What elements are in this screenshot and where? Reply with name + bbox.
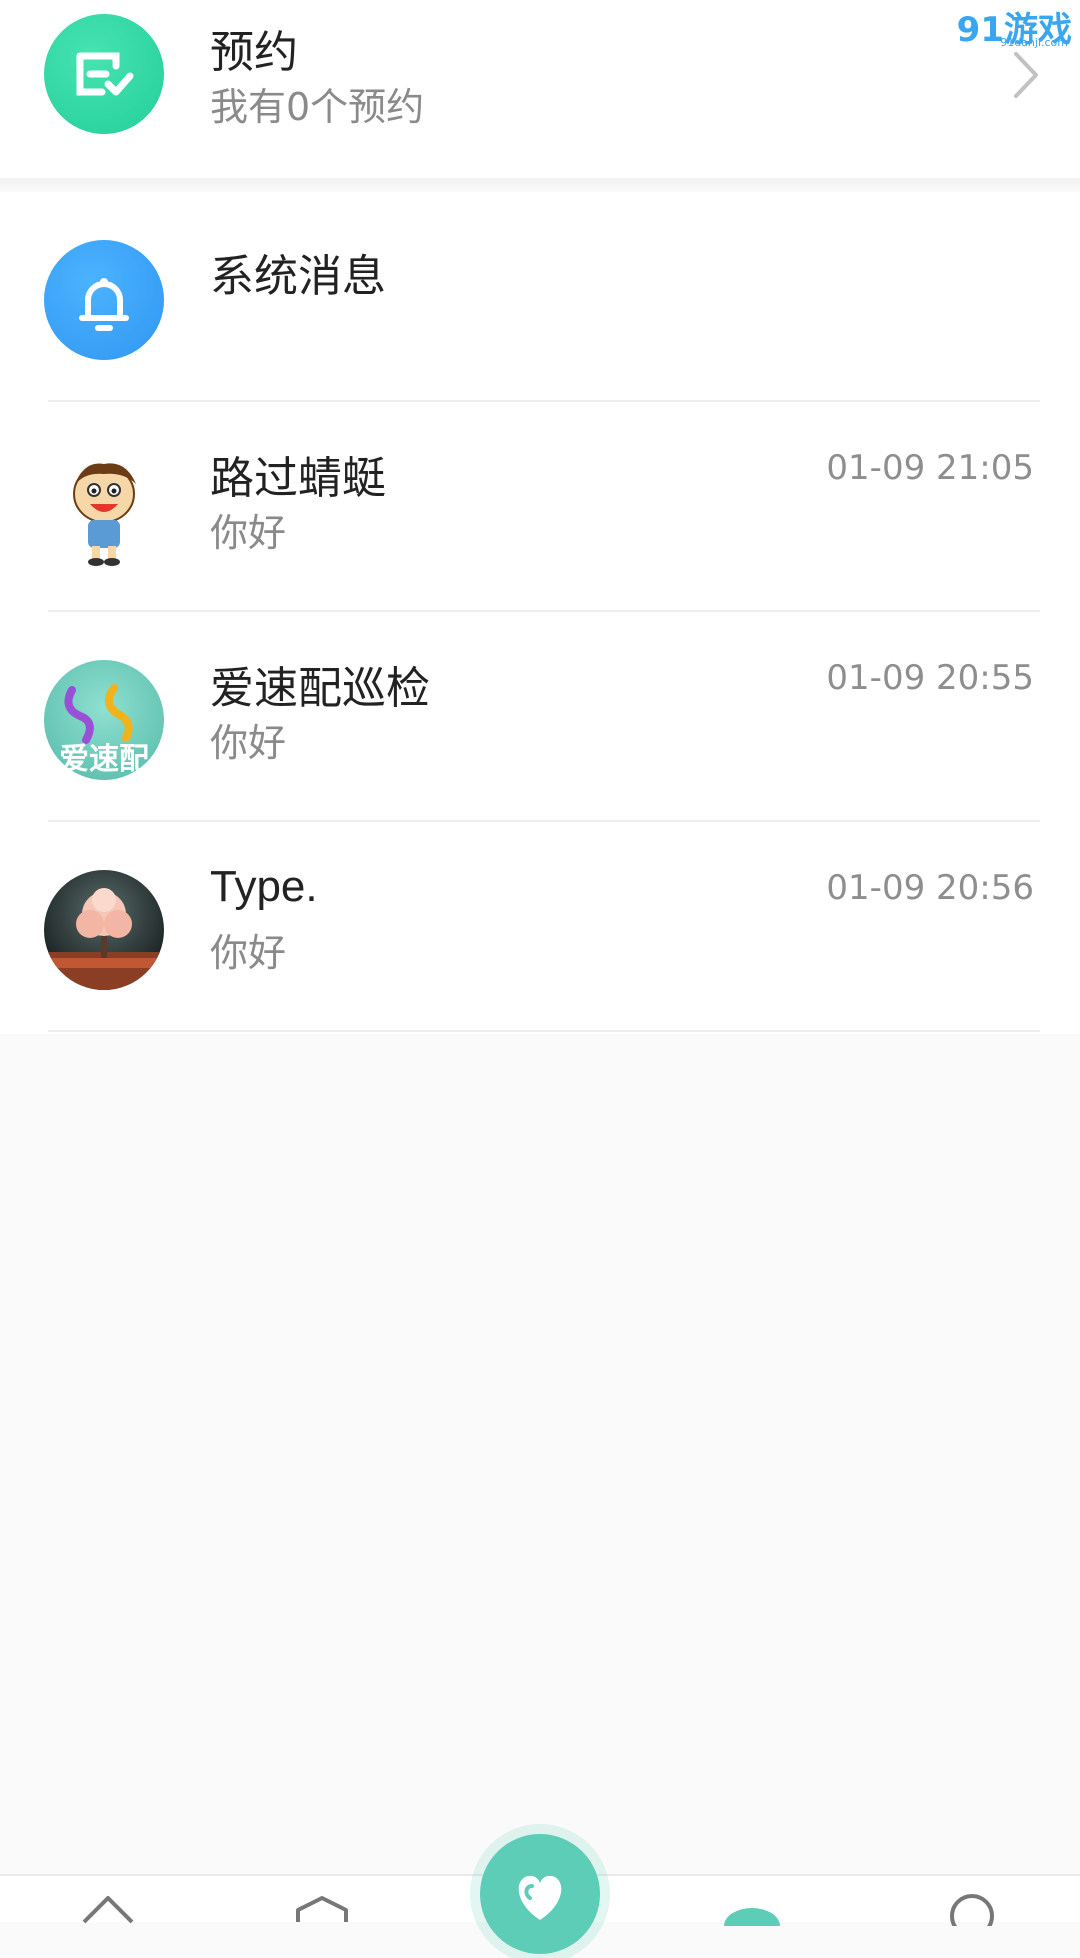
conversation-time: 01-09 20:55 (826, 658, 1034, 698)
chevron-right-icon (1010, 50, 1040, 104)
divider (48, 1030, 1040, 1032)
conversation-name: 路过蜻蜓 (210, 453, 386, 504)
nav-discover-icon[interactable] (292, 1886, 352, 1930)
nav-home-icon[interactable] (78, 1886, 138, 1930)
appointment-subtitle: 我有0个预约 (210, 85, 425, 129)
cartoon-boy-avatar (44, 450, 164, 570)
conversation-time: 01-09 21:05 (826, 448, 1034, 488)
system-message-icon (44, 240, 164, 360)
conversation-name: 爱速配巡检 (210, 663, 430, 714)
watermark-site: 91danji.com (1000, 36, 1068, 49)
avatar-logo-text: 爱速配 (59, 742, 149, 777)
aisupei-logo-avatar: 爱速配 (44, 660, 164, 780)
conversation-time: 01-09 20:56 (826, 868, 1034, 908)
heart-icon (518, 1875, 562, 1920)
nav-messages-icon[interactable] (722, 1896, 782, 1944)
bell-icon (79, 278, 129, 331)
system-message-title: 系统消息 (210, 251, 386, 302)
section-gap (0, 178, 1080, 192)
system-message-row[interactable]: 系统消息 (0, 192, 1080, 402)
pink-tree-avatar (44, 870, 164, 990)
conversation-preview: 你好 (210, 721, 287, 765)
conversation-name: Type. (210, 862, 318, 911)
message-list: 系统消息 路过蜻蜓 你好 01-09 21:05 爱速配 爱速配巡检 你好 01… (0, 192, 1080, 1034)
appointment-icon (44, 14, 164, 134)
conversation-preview: 你好 (210, 511, 287, 555)
conversation-preview: 你好 (210, 931, 287, 975)
conversation-row[interactable]: Type. 你好 01-09 20:56 (0, 822, 1080, 1032)
appointment-card[interactable]: 预约 我有0个预约 (0, 0, 1080, 180)
conversation-row[interactable]: 爱速配 爱速配巡检 你好 01-09 20:55 (0, 612, 1080, 822)
nav-profile-icon[interactable] (942, 1886, 1002, 1938)
watermark-logo: 91游戏 91danji.com (942, 2, 1072, 52)
center-heart-button[interactable] (480, 1834, 600, 1954)
conversation-row[interactable]: 路过蜻蜓 你好 01-09 21:05 (0, 402, 1080, 612)
appointment-title: 预约 (210, 27, 298, 78)
